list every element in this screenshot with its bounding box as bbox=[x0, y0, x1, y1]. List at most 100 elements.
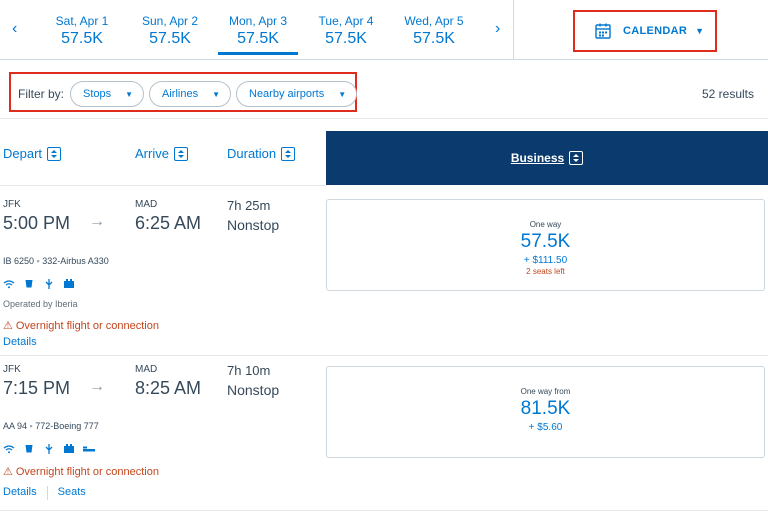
next-dates-arrow-icon[interactable]: › bbox=[495, 20, 500, 38]
beverage-icon bbox=[23, 279, 35, 289]
sort-duration-header[interactable]: Duration bbox=[227, 146, 296, 161]
calendar-label: CALENDAR bbox=[623, 25, 688, 37]
filter-label: Filter by: bbox=[18, 87, 65, 101]
seats-left: 2 seats left bbox=[526, 267, 565, 276]
power-icon bbox=[43, 279, 55, 289]
date-tab-label: Mon, Apr 3 bbox=[228, 14, 288, 28]
sort-icon bbox=[173, 146, 188, 161]
sort-depart-header[interactable]: Depart bbox=[3, 146, 62, 161]
fare-button-business[interactable]: One way 57.5K + $111.50 2 seats left bbox=[326, 199, 765, 291]
chip-label: Nearby airports bbox=[249, 88, 325, 100]
stops: Nonstop bbox=[227, 217, 280, 233]
entertainment-icon bbox=[63, 444, 75, 454]
date-tab-price: 57.5K bbox=[237, 30, 279, 47]
date-tab-price: 57.5K bbox=[413, 30, 455, 47]
fare-label: One way bbox=[529, 220, 562, 229]
date-tab-sun-apr-2[interactable]: Sun, Apr 2 57.5K bbox=[125, 14, 215, 48]
amenities bbox=[3, 279, 75, 289]
aircraft: 332-Airbus A330 bbox=[42, 256, 109, 266]
overnight-warning: ⚠ Overnight flight or connection bbox=[3, 465, 159, 479]
power-icon bbox=[43, 444, 55, 454]
depart-airport: JFK bbox=[3, 199, 21, 210]
date-tab-price: 57.5K bbox=[149, 30, 191, 47]
overnight-warning: ⚠ Overnight flight or connection bbox=[3, 319, 159, 333]
chip-label: Stops bbox=[83, 88, 112, 100]
depart-time: 5:00 PM bbox=[3, 213, 71, 233]
wifi-icon bbox=[3, 279, 15, 289]
depart-airport: JFK bbox=[3, 364, 21, 375]
date-tab-label: Sun, Apr 2 bbox=[141, 14, 199, 28]
column-label: Business bbox=[510, 151, 565, 165]
chevron-down-icon: ▼ bbox=[125, 89, 134, 99]
calendar-button[interactable]: CALENDAR ▼ bbox=[573, 10, 717, 52]
results-count: 52 results bbox=[701, 87, 754, 101]
wifi-icon bbox=[3, 444, 15, 454]
amenities bbox=[3, 444, 95, 454]
seats-link[interactable]: Seats bbox=[58, 486, 86, 500]
sort-icon bbox=[281, 146, 296, 161]
flight-info: IB 6250 ▪ 332-Airbus A330 bbox=[3, 256, 109, 266]
lie-flat-seat-icon bbox=[83, 444, 95, 454]
filter-chip-airlines[interactable]: Airlines ▼ bbox=[149, 81, 231, 107]
arrive-time: 8:25 AM bbox=[135, 378, 202, 398]
beverage-icon bbox=[23, 444, 35, 454]
filter-chip-nearby-airports[interactable]: Nearby airports ▼ bbox=[236, 81, 358, 107]
date-tab-wed-apr-5[interactable]: Wed, Apr 5 57.5K bbox=[389, 14, 479, 48]
date-tab-sat-apr-1[interactable]: Sat, Apr 1 57.5K bbox=[37, 14, 127, 48]
duration: 7h 25m bbox=[227, 198, 271, 213]
warning-icon: ⚠ bbox=[3, 320, 13, 332]
divider bbox=[46, 486, 48, 500]
column-label: Depart bbox=[3, 146, 43, 161]
warning-icon: ⚠ bbox=[3, 466, 13, 478]
arrive-airport: MAD bbox=[135, 199, 158, 210]
date-tab-price: 57.5K bbox=[61, 30, 103, 47]
sort-icon bbox=[47, 146, 62, 161]
arrive-airport: MAD bbox=[135, 364, 158, 375]
flight-links: Details Seats bbox=[3, 486, 86, 500]
arrow-right-icon: → bbox=[89, 213, 105, 230]
date-tab-label: Tue, Apr 4 bbox=[318, 14, 374, 28]
divider bbox=[0, 185, 326, 186]
arrow-right-icon: → bbox=[89, 378, 105, 395]
divider bbox=[0, 118, 768, 119]
date-strip: ‹ Sat, Apr 1 57.5K Sun, Apr 2 57.5K Mon,… bbox=[0, 0, 768, 60]
fare-tax: + $111.50 bbox=[523, 255, 568, 266]
divider bbox=[0, 355, 768, 356]
column-label: Arrive bbox=[135, 146, 169, 161]
stops: Nonstop bbox=[227, 382, 280, 398]
divider bbox=[0, 510, 768, 511]
entertainment-icon bbox=[63, 279, 75, 289]
fare-price: 81.5K bbox=[520, 398, 571, 419]
fare-button-business[interactable]: One way from 81.5K + $5.60 bbox=[326, 366, 765, 458]
date-tab-label: Wed, Apr 5 bbox=[404, 14, 464, 28]
prev-dates-arrow-icon[interactable]: ‹ bbox=[12, 20, 17, 38]
warning-text: Overnight flight or connection bbox=[15, 319, 159, 332]
sort-business-header[interactable]: Business bbox=[326, 131, 768, 185]
flight-number: AA 94 bbox=[3, 421, 28, 431]
details-link[interactable]: Details bbox=[3, 336, 37, 348]
divider bbox=[513, 0, 514, 60]
fare-label: One way from bbox=[520, 387, 571, 396]
aircraft: 772-Boeing 777 bbox=[35, 421, 99, 431]
arrive-time: 6:25 AM bbox=[135, 213, 202, 233]
chip-label: Airlines bbox=[162, 88, 199, 100]
filter-chip-stops[interactable]: Stops ▼ bbox=[70, 81, 145, 107]
date-tab-tue-apr-4[interactable]: Tue, Apr 4 57.5K bbox=[301, 14, 391, 48]
fare-price: 57.5K bbox=[520, 231, 571, 252]
depart-time: 7:15 PM bbox=[3, 378, 71, 398]
duration: 7h 10m bbox=[227, 363, 271, 378]
chevron-down-icon: ▼ bbox=[338, 89, 347, 99]
flight-number: IB 6250 bbox=[3, 256, 35, 266]
fare-tax: + $5.60 bbox=[528, 422, 563, 433]
sort-icon bbox=[569, 151, 584, 165]
flight-links: Details bbox=[3, 336, 37, 348]
operated-by: Operated by Iberia bbox=[3, 299, 78, 309]
chevron-down-icon: ▼ bbox=[212, 89, 220, 99]
flight-info: AA 94 ▪ 772-Boeing 777 bbox=[3, 421, 99, 431]
date-tab-mon-apr-3[interactable]: Mon, Apr 3 57.5K bbox=[213, 14, 303, 55]
calendar-icon bbox=[595, 23, 611, 39]
sort-arrive-header[interactable]: Arrive bbox=[135, 146, 188, 161]
details-link[interactable]: Details bbox=[3, 486, 37, 500]
warning-text: Overnight flight or connection bbox=[15, 465, 159, 478]
date-tab-price: 57.5K bbox=[325, 30, 367, 47]
